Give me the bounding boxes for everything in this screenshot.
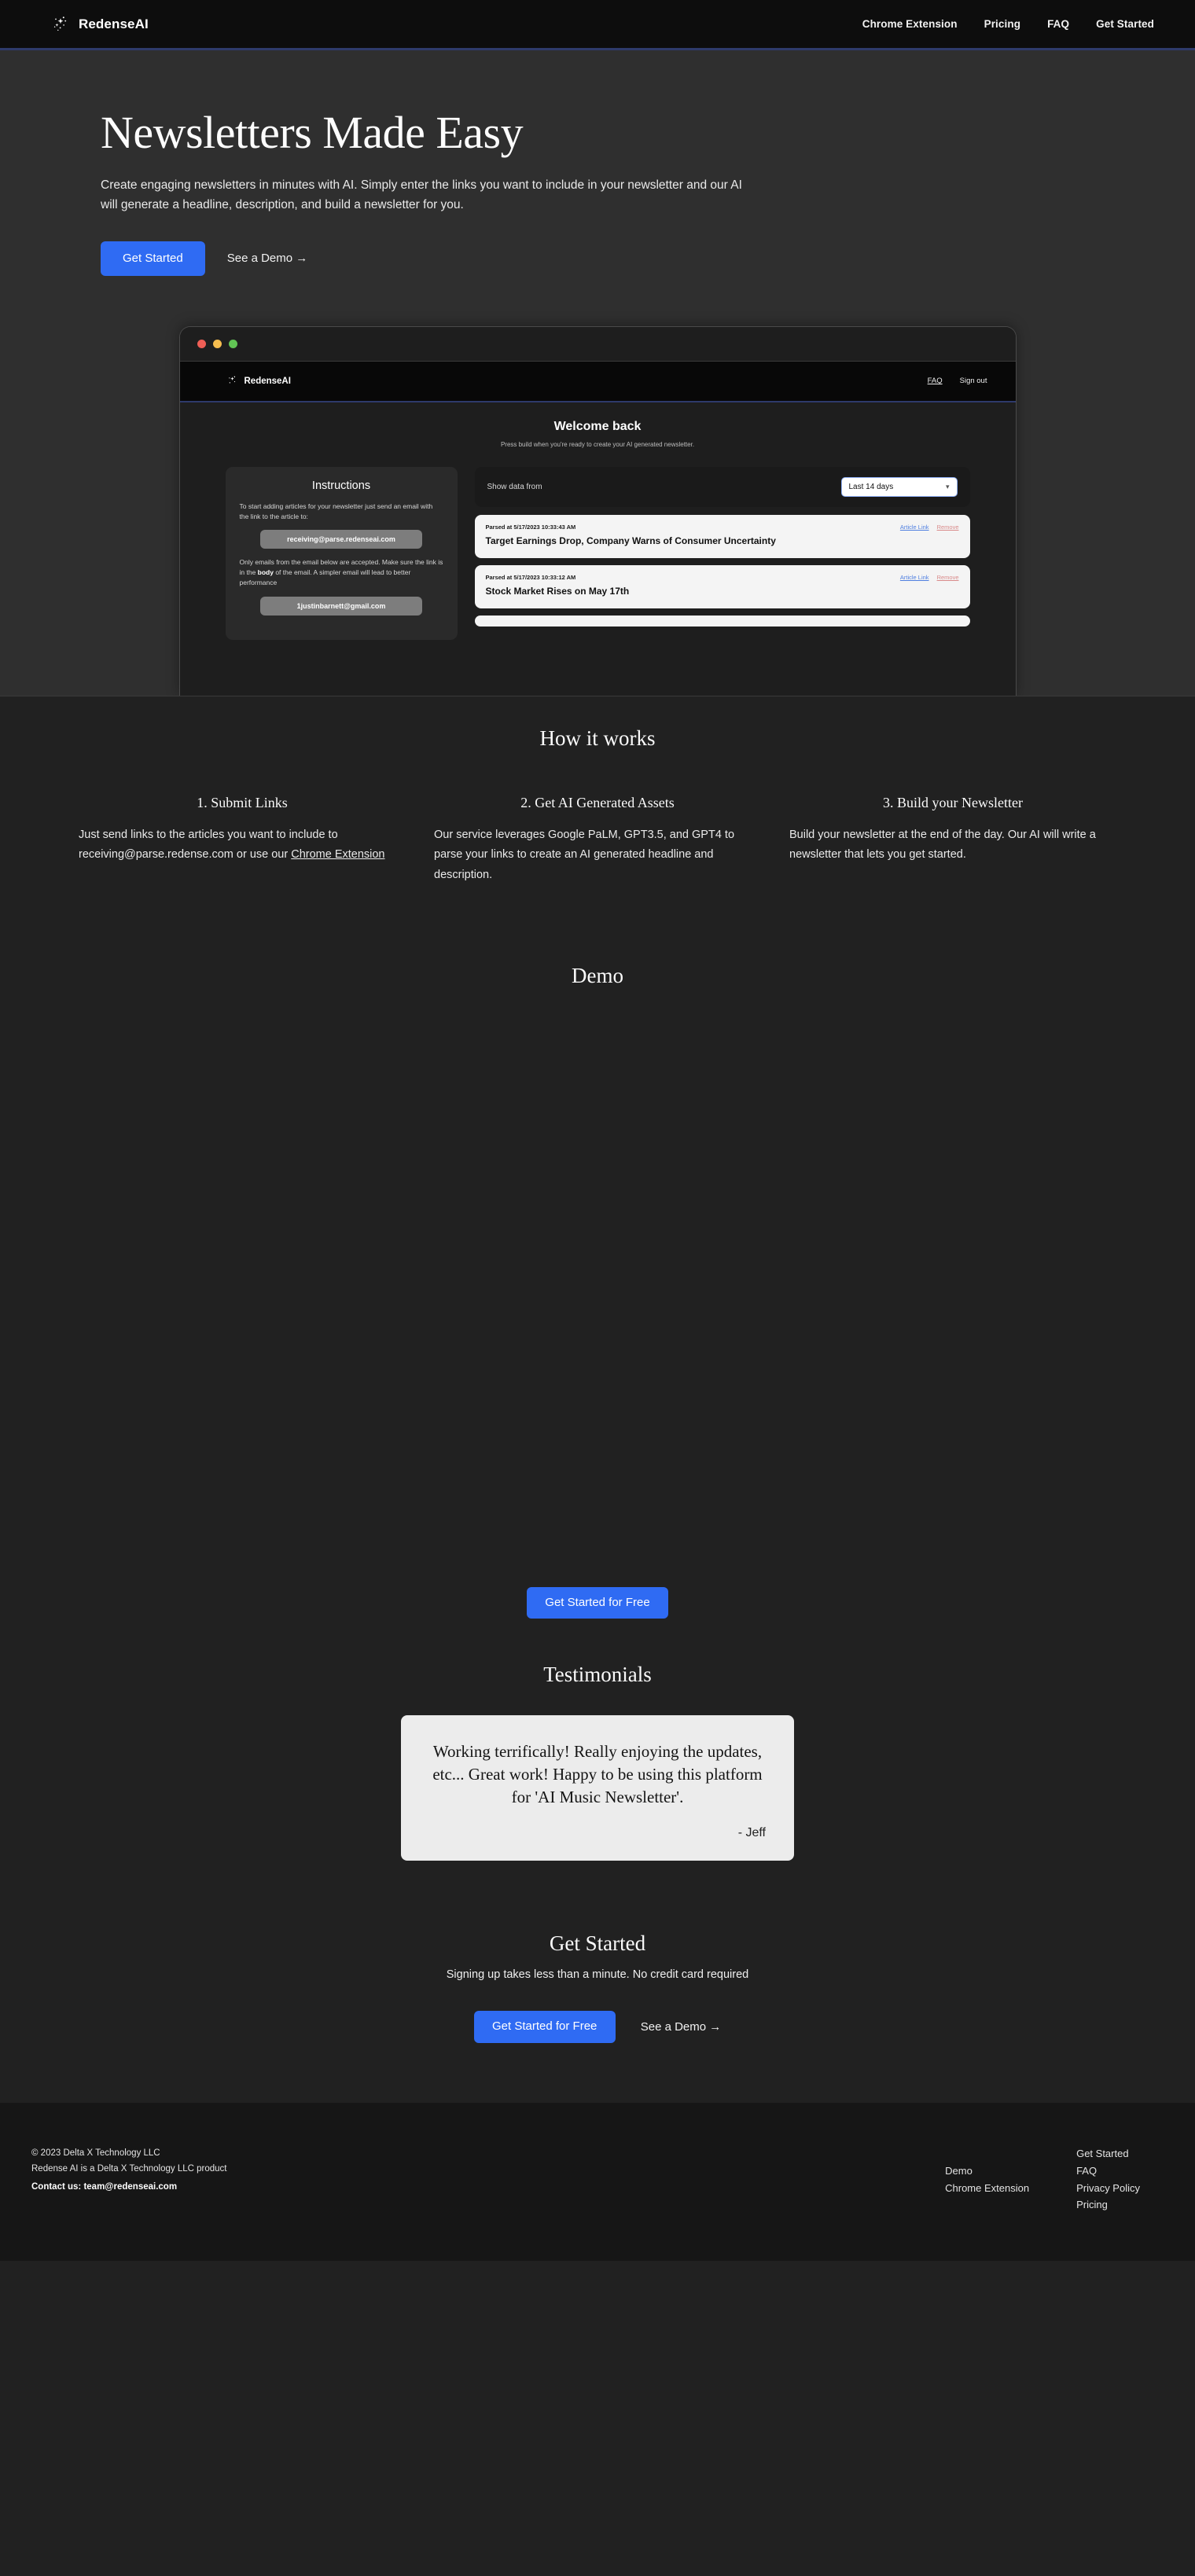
hero-product-screenshot: RedenseAI FAQ Sign out Welcome back Pres… [0,325,1195,696]
article-title: Target Earnings Drop, Company Warns of C… [485,535,776,546]
how-step-2-heading: 2. Get AI Generated Assets [520,794,675,810]
footer-link-get-started[interactable]: Get Started [1076,2145,1140,2163]
how-step-3-body: Build your newsletter at the end of the … [789,828,1096,862]
testimonial-author: - Jeff [737,1826,766,1840]
hero-see-a-demo-link[interactable]: See a Demo → [227,252,308,265]
footer-link-demo[interactable]: Demo [945,2163,1029,2180]
browser-window-mockup: RedenseAI FAQ Sign out Welcome back Pres… [178,325,1017,696]
site-footer: © 2023 Delta X Technology LLC Redense AI… [0,2102,1195,2262]
how-it-works-section: How it works 1. Submit Links Just send l… [0,696,1195,885]
brand-logo[interactable]: RedenseAI [50,14,149,35]
nav-link-pricing[interactable]: Pricing [984,18,1020,30]
window-maximize-dot-icon[interactable] [228,339,237,348]
date-range-select[interactable]: Last 14 days ▾ [840,476,958,497]
hero-get-started-button[interactable]: Get Started [101,241,205,276]
sparkle-icon [226,374,239,388]
welcome-heading: Welcome back [553,419,642,433]
demo-title: Demo [572,963,623,987]
primary-nav-links: Chrome Extension Pricing FAQ Get Started [862,18,1154,30]
app-nav-link-sign-out[interactable]: Sign out [960,377,987,385]
testimonials-title: Testimonials [543,1663,652,1687]
article-remove-button[interactable]: Remove [937,524,959,531]
article-link[interactable]: Article Link [900,574,929,581]
nav-link-get-started[interactable]: Get Started [1096,18,1154,30]
chevron-down-icon: ▾ [945,482,950,491]
data-filter-row: Show data from Last 14 days ▾ [474,466,970,507]
window-minimize-dot-icon[interactable] [212,339,222,348]
article-parsed-timestamp: Parsed at 5/17/2023 10:33:12 AM [485,573,576,581]
chrome-extension-link[interactable]: Chrome Extension [291,848,384,861]
footer-product-line: Redense AI is a Delta X Technology LLC p… [31,2164,227,2174]
footer-column-a: Demo Chrome Extension [945,2145,1029,2214]
how-step-3: 3. Build your Newsletter Build your news… [789,795,1116,885]
testimonial-quote: Working terrifically! Really enjoying th… [432,1742,763,1807]
demo-video-placeholder[interactable] [0,988,1195,1587]
testimonials-section: Testimonials Working terrifically! Reall… [0,1619,1195,1861]
how-it-works-title: How it works [539,726,656,750]
welcome-subtext: Press build when you're ready to create … [500,440,695,448]
footer-link-columns: Demo Chrome Extension Get Started FAQ Pr… [945,2145,1164,2214]
footer-legal: © 2023 Delta X Technology LLC Redense AI… [31,2145,226,2214]
footer-link-faq[interactable]: FAQ [1076,2163,1140,2180]
get-started-subtitle: Signing up takes less than a minute. No … [446,1968,749,1982]
footer-link-privacy-policy[interactable]: Privacy Policy [1076,2180,1140,2197]
article-card[interactable]: Parsed at 5/17/2023 10:33:12 AM Article … [474,564,970,608]
how-step-3-heading: 3. Build your Newsletter [883,794,1023,810]
hero-cta-group: Get Started See a Demo → [101,241,1094,276]
nav-link-faq[interactable]: FAQ [1047,18,1069,30]
hero-title: Newsletters Made Easy [101,107,524,158]
hero-section: Newsletters Made Easy Create engaging ne… [0,50,1195,696]
how-step-2-body: Our service leverages Google PaLM, GPT3.… [434,828,735,881]
user-email-copy-button[interactable]: 1justinbarnett@gmail.com [260,596,422,616]
footer-link-chrome-extension[interactable]: Chrome Extension [945,2180,1029,2197]
demo-cta-group: Get Started for Free [0,1586,1195,1619]
top-navigation-bar: RedenseAI Chrome Extension Pricing FAQ G… [0,0,1195,50]
get-started-cta-group: Get Started for Free See a Demo → [0,2011,1195,2043]
how-it-works-steps: 1. Submit Links Just send links to the a… [0,795,1195,885]
articles-panel: Show data from Last 14 days ▾ Parsed at … [474,466,970,640]
app-navigation-bar: RedenseAI FAQ Sign out [179,361,1016,402]
how-step-2: 2. Get AI Generated Assets Our service l… [434,795,761,885]
brand-name: RedenseAI [79,16,149,31]
footer-copyright: © 2023 Delta X Technology LLC [31,2148,160,2158]
how-step-1: 1. Submit Links Just send links to the a… [79,795,406,885]
demo-get-started-free-button[interactable]: Get Started for Free [527,1586,668,1619]
article-card-cutoff [474,615,970,627]
footer-contact: Contact us: team@redenseai.com [31,2181,178,2192]
filter-label: Show data from [487,482,542,491]
instructions-heading: Instructions [311,479,371,492]
how-step-1-body: Just send links to the articles you want… [79,828,385,862]
browser-titlebar [179,326,1016,362]
app-nav-link-faq[interactable]: FAQ [928,377,943,385]
app-brand-logo[interactable]: RedenseAI [226,374,291,388]
get-started-section: Get Started Signing up takes less than a… [0,1861,1195,2043]
demo-section: Demo Get Started for Free [0,884,1195,1619]
app-content: Welcome back Press build when you're rea… [180,402,1016,640]
app-nav-links: FAQ Sign out [928,377,987,385]
article-remove-button[interactable]: Remove [937,574,959,581]
footer-column-b: Get Started FAQ Privacy Policy Pricing [1076,2145,1140,2214]
date-range-value: Last 14 days [848,482,894,491]
instructions-paragraph-2: Only emails from the email below are acc… [239,558,443,586]
sparkle-icon [50,14,71,35]
footer-link-pricing[interactable]: Pricing [1076,2196,1140,2214]
instructions-paragraph-1: To start adding articles for your newsle… [239,502,433,520]
app-brand-name: RedenseAI [244,376,291,386]
article-parsed-timestamp: Parsed at 5/17/2023 10:33:43 AM [485,523,576,531]
testimonial-card: Working terrifically! Really enjoying th… [401,1715,794,1861]
how-step-1-heading: 1. Submit Links [197,794,288,810]
window-close-dot-icon[interactable] [197,339,206,348]
get-started-see-a-demo-link[interactable]: See a Demo → [641,2020,722,2034]
article-link[interactable]: Article Link [900,524,929,531]
get-started-title: Get Started [549,1931,646,1956]
article-title: Stock Market Rises on May 17th [485,585,630,597]
nav-link-chrome-extension[interactable]: Chrome Extension [862,18,958,30]
instructions-panel: Instructions To start adding articles fo… [225,466,458,640]
receiving-email-copy-button[interactable]: receiving@parse.redenseai.com [260,530,422,549]
article-card[interactable]: Parsed at 5/17/2023 10:33:43 AM Article … [474,514,970,558]
hero-subtitle: Create engaging newsletters in minutes w… [101,178,742,211]
get-started-free-button[interactable]: Get Started for Free [473,2011,616,2043]
